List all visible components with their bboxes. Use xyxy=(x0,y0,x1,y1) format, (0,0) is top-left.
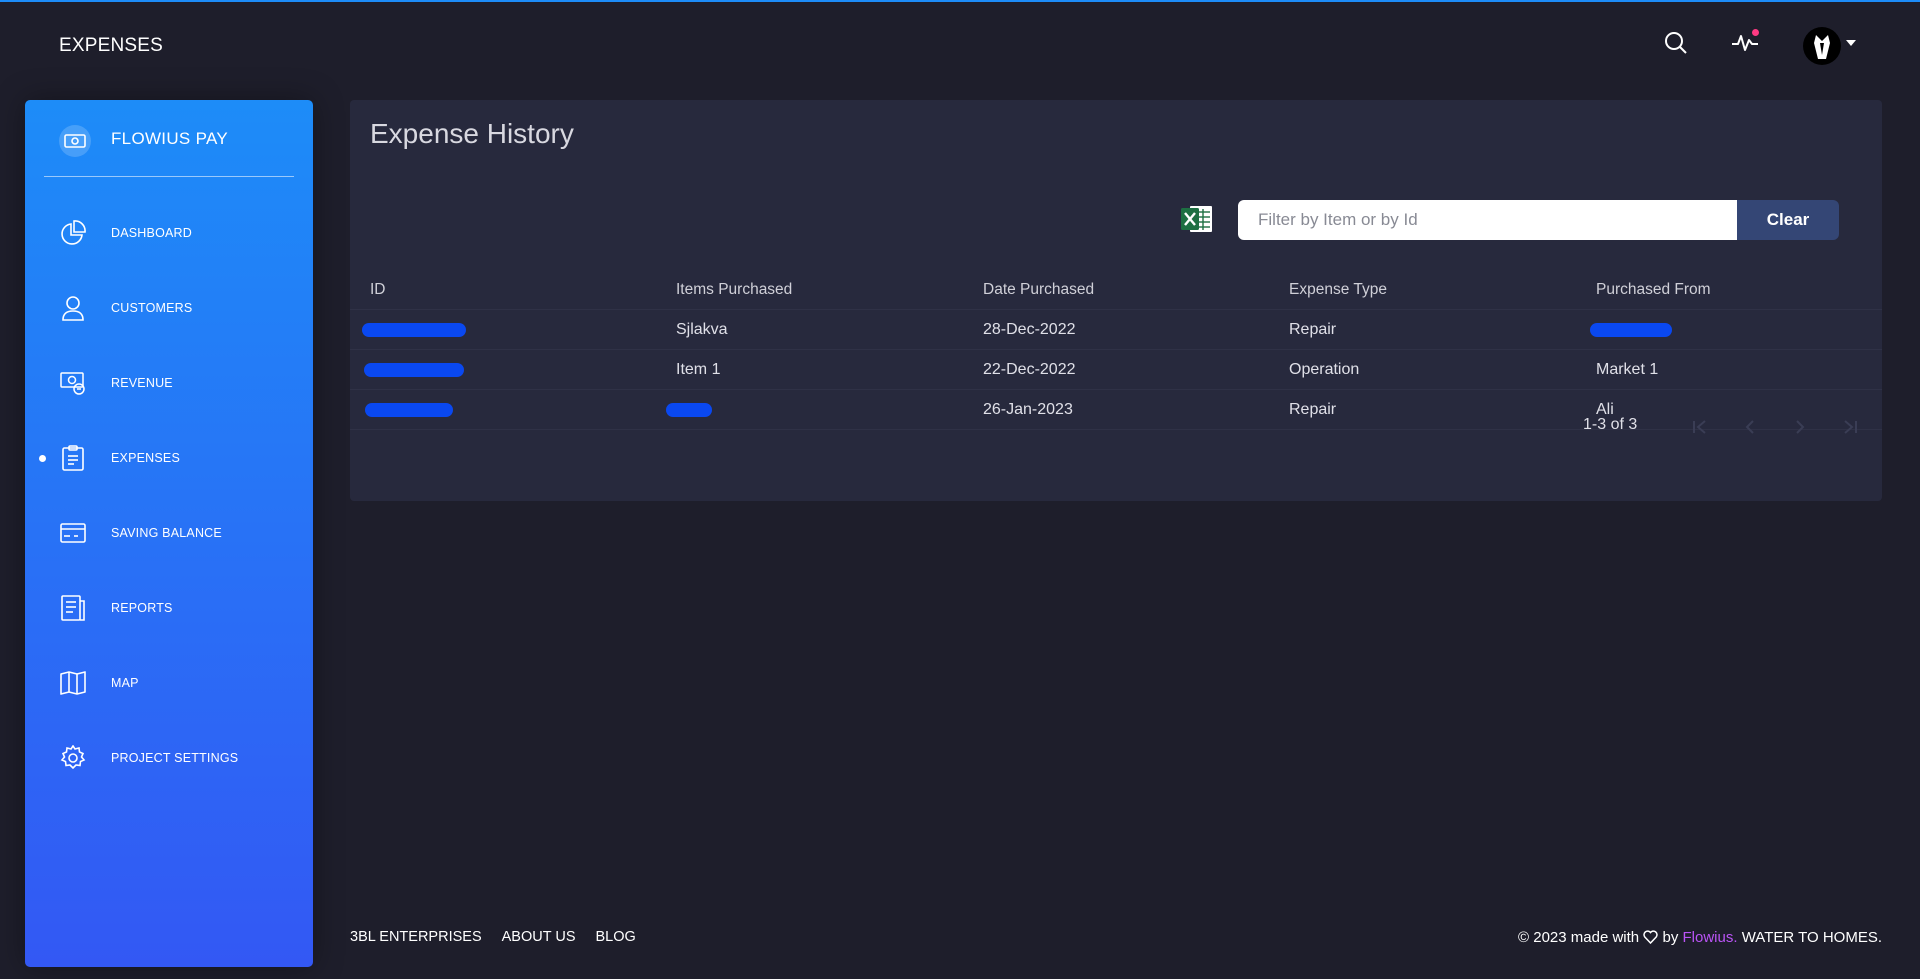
date-cell: 28-Dec-2022 xyxy=(983,321,1076,338)
table-row[interactable]: Sjlakva 28-Dec-2022 Repair xyxy=(350,310,1882,350)
previous-page-icon[interactable] xyxy=(1739,416,1761,438)
brand-divider xyxy=(44,176,294,177)
from-cell: Market 1 xyxy=(1596,361,1659,378)
pie-chart-icon xyxy=(59,219,87,247)
sidebar-item-label: DASHBOARD xyxy=(111,226,192,240)
sidebar-item-customers[interactable]: CUSTOMERS xyxy=(25,281,313,335)
redaction-mark xyxy=(362,322,466,337)
credit-card-icon xyxy=(59,519,87,547)
sidebar: FLOWIUS PAY DASHBOARD CUSTOMERS REVENUE xyxy=(25,100,313,967)
footer-link-about-us[interactable]: ABOUT US xyxy=(502,929,576,945)
receipt-icon xyxy=(59,594,87,622)
activity-icon[interactable] xyxy=(1728,26,1762,60)
clipboard-icon xyxy=(59,444,87,472)
top-navbar: EXPENSES xyxy=(0,2,1920,86)
type-cell: Operation xyxy=(1289,361,1360,378)
column-header-items[interactable]: Items Purchased xyxy=(676,270,792,310)
copyright-prefix: © 2023 made with xyxy=(1518,929,1640,946)
sidebar-item-label: SAVING BALANCE xyxy=(111,526,222,540)
item-cell: Item 1 xyxy=(676,361,721,378)
user-icon xyxy=(59,294,87,322)
sidebar-item-label: MAP xyxy=(111,676,139,690)
sidebar-brand[interactable]: FLOWIUS PAY xyxy=(25,100,313,178)
chevron-down-icon[interactable] xyxy=(1846,40,1856,46)
table-header: ID Items Purchased Date Purchased Expens… xyxy=(350,270,1882,310)
card-title: Expense History xyxy=(370,118,574,149)
sidebar-item-label: CUSTOMERS xyxy=(111,301,193,315)
brand-name: FLOWIUS PAY xyxy=(111,129,228,148)
redaction-mark xyxy=(1590,322,1672,337)
column-header-type[interactable]: Expense Type xyxy=(1289,270,1387,310)
date-cell: 22-Dec-2022 xyxy=(983,361,1076,378)
sidebar-item-saving-balance[interactable]: SAVING BALANCE xyxy=(25,506,313,560)
copyright-suffix: WATER TO HOMES. xyxy=(1741,929,1882,946)
column-header-date[interactable]: Date Purchased xyxy=(983,270,1094,310)
sidebar-item-map[interactable]: MAP xyxy=(25,656,313,710)
footer-brand-link[interactable]: Flowius. xyxy=(1683,929,1738,946)
pagination: 1-3 of 3 xyxy=(350,400,1882,450)
footer-links: 3BL ENTERPRISES ABOUT US BLOG xyxy=(350,929,636,945)
from-cell xyxy=(1590,310,1672,350)
first-page-icon[interactable] xyxy=(1689,416,1711,438)
sidebar-item-reports[interactable]: REPORTS xyxy=(25,581,313,635)
footer-link-blog[interactable]: BLOG xyxy=(595,929,635,945)
sidebar-item-expenses[interactable]: EXPENSES xyxy=(25,431,313,485)
map-icon xyxy=(59,669,87,697)
avatar[interactable] xyxy=(1803,27,1841,65)
id-cell xyxy=(364,350,464,390)
id-cell xyxy=(362,310,466,350)
type-cell: Repair xyxy=(1289,321,1337,338)
gear-icon xyxy=(59,744,87,772)
copyright-by: by xyxy=(1662,929,1679,946)
notification-dot xyxy=(1752,29,1759,36)
active-indicator xyxy=(39,455,46,462)
money-icon xyxy=(59,125,91,157)
item-cell: Sjlakva xyxy=(676,321,728,338)
last-page-icon[interactable] xyxy=(1839,416,1861,438)
pagination-range: 1-3 of 3 xyxy=(1583,416,1638,433)
column-header-id[interactable]: ID xyxy=(370,270,386,310)
sidebar-item-dashboard[interactable]: DASHBOARD xyxy=(25,206,313,260)
sidebar-item-label: PROJECT SETTINGS xyxy=(111,751,239,765)
search-icon[interactable] xyxy=(1659,26,1693,60)
expense-history-card: Expense History Clear ID Items Purchased… xyxy=(350,100,1882,501)
footer-link-3bl-enterprises[interactable]: 3BL ENTERPRISES xyxy=(350,929,482,945)
sidebar-item-label: REPORTS xyxy=(111,601,173,615)
revenue-icon xyxy=(59,369,87,397)
sidebar-item-revenue[interactable]: REVENUE xyxy=(25,356,313,410)
sidebar-item-label: REVENUE xyxy=(111,376,173,390)
heart-icon xyxy=(1643,930,1659,944)
next-page-icon[interactable] xyxy=(1789,416,1811,438)
sidebar-item-label: EXPENSES xyxy=(111,451,180,465)
redaction-mark xyxy=(364,362,464,377)
page-title: EXPENSES xyxy=(59,35,164,56)
table-row[interactable]: Item 1 22-Dec-2022 Operation Market 1 xyxy=(350,350,1882,390)
footer-copyright: © 2023 made with by Flowius. WATER TO HO… xyxy=(1518,929,1882,946)
column-header-from[interactable]: Purchased From xyxy=(1596,270,1711,310)
excel-icon[interactable] xyxy=(1180,204,1214,234)
sidebar-item-project-settings[interactable]: PROJECT SETTINGS xyxy=(25,731,313,785)
clear-button[interactable]: Clear xyxy=(1737,200,1839,240)
filter-input[interactable] xyxy=(1238,200,1739,240)
